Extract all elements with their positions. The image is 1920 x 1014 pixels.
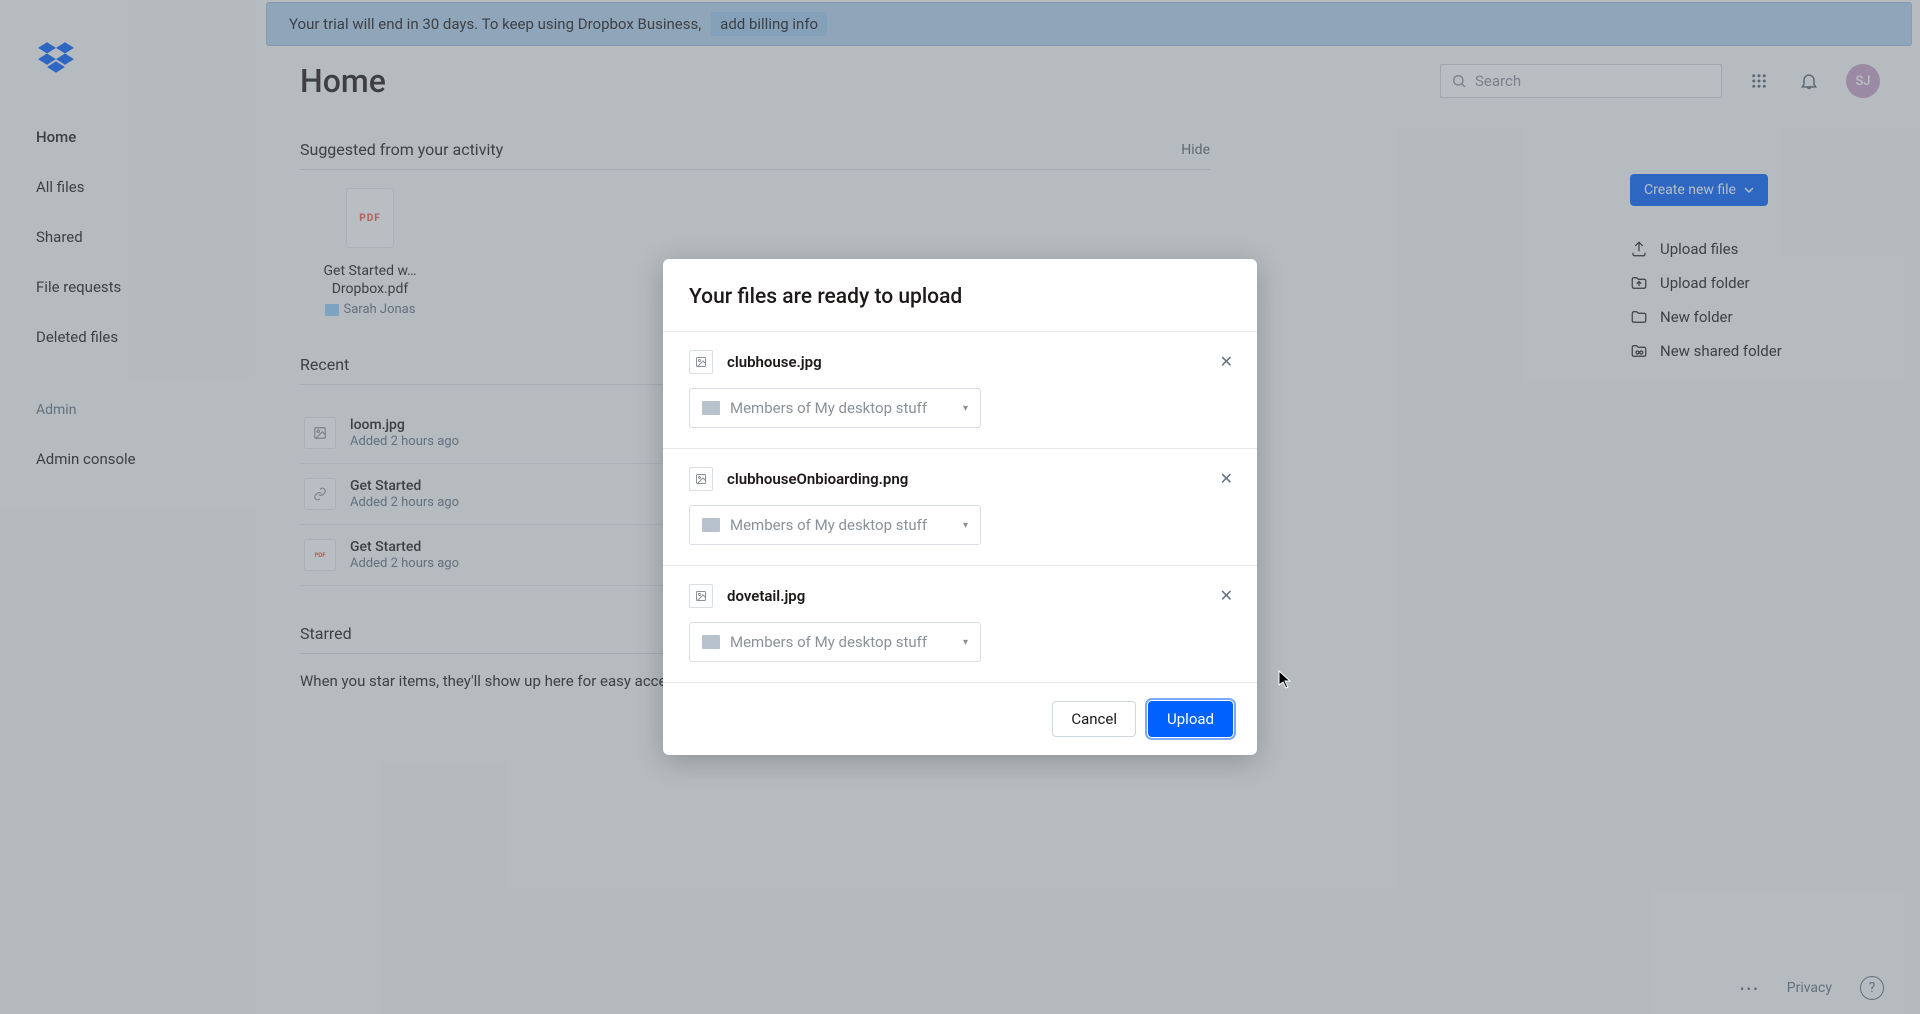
shared-folder-icon	[702, 635, 720, 649]
remove-file-icon[interactable]: ✕	[1220, 586, 1233, 605]
upload-file-name: clubhouse.jpg	[727, 353, 822, 371]
upload-item: dovetail.jpg ✕ Members of My desktop stu…	[663, 566, 1257, 682]
modal-title: Your files are ready to upload	[663, 259, 1257, 332]
destination-select[interactable]: Members of My desktop stuff ▾	[689, 622, 981, 662]
remove-file-icon[interactable]: ✕	[1220, 469, 1233, 488]
upload-file-name: dovetail.jpg	[727, 587, 805, 605]
upload-item: clubhouseOnbioarding.png ✕ Members of My…	[663, 449, 1257, 566]
modal-footer: Cancel Upload	[663, 682, 1257, 755]
shared-folder-icon	[702, 401, 720, 415]
chevron-down-icon: ▾	[963, 637, 968, 648]
modal-overlay: Your files are ready to upload clubhouse…	[0, 0, 1920, 1014]
upload-item: clubhouse.jpg ✕ Members of My desktop st…	[663, 332, 1257, 449]
upload-file-name: clubhouseOnbioarding.png	[727, 470, 908, 488]
upload-modal: Your files are ready to upload clubhouse…	[663, 259, 1257, 755]
cursor-icon	[1278, 670, 1292, 690]
chevron-down-icon: ▾	[963, 520, 968, 531]
destination-select[interactable]: Members of My desktop stuff ▾	[689, 505, 981, 545]
remove-file-icon[interactable]: ✕	[1220, 352, 1233, 371]
upload-button[interactable]: Upload	[1148, 701, 1233, 737]
chevron-down-icon: ▾	[963, 403, 968, 414]
shared-folder-icon	[702, 518, 720, 532]
destination-select[interactable]: Members of My desktop stuff ▾	[689, 388, 981, 428]
cancel-button[interactable]: Cancel	[1052, 701, 1136, 737]
image-file-icon	[689, 350, 713, 374]
image-file-icon	[689, 467, 713, 491]
modal-body: clubhouse.jpg ✕ Members of My desktop st…	[663, 332, 1257, 682]
image-file-icon	[689, 584, 713, 608]
